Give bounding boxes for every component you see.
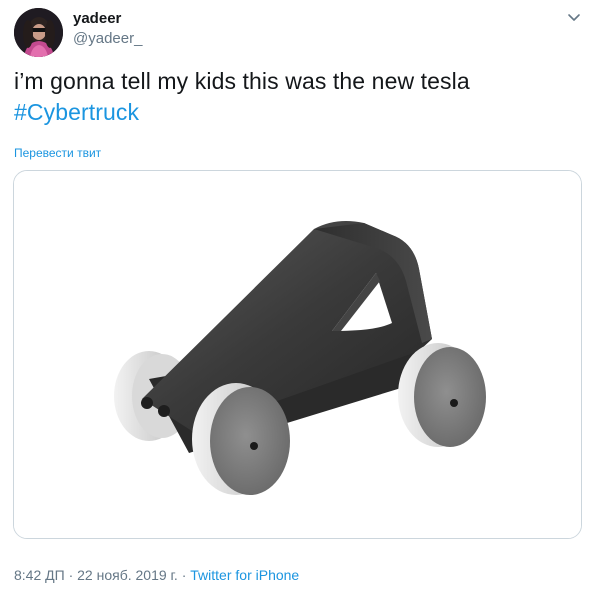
tweet-body: i’m gonna tell my kids this was the new … xyxy=(14,68,470,94)
toy-car-image xyxy=(14,171,581,538)
user-handle[interactable]: @yadeer_ xyxy=(73,30,142,48)
meta-separator: · xyxy=(177,567,191,583)
meta-separator: · xyxy=(64,567,78,583)
chevron-down-icon[interactable] xyxy=(566,11,582,25)
avatar-image xyxy=(14,8,63,57)
tweet-source-link[interactable]: Twitter for iPhone xyxy=(190,567,299,583)
avatar[interactable] xyxy=(14,8,63,57)
translate-tweet-link[interactable]: Перевести твит xyxy=(14,145,101,161)
tweet-date[interactable]: 22 нояб. 2019 г. xyxy=(77,567,178,583)
tweet-media[interactable] xyxy=(13,170,582,539)
hashtag-link[interactable]: #Cybertruck xyxy=(14,97,139,128)
tweet-meta: 8:42 ДП · 22 нояб. 2019 г. · Twitter for… xyxy=(14,566,299,584)
tweet-text: i’m gonna tell my kids this was the new … xyxy=(14,66,574,128)
display-name[interactable]: yadeer xyxy=(73,10,121,28)
tweet: yadeer @yadeer_ i’m gonna tell my kids t… xyxy=(0,0,593,595)
tweet-time[interactable]: 8:42 ДП xyxy=(14,567,65,583)
